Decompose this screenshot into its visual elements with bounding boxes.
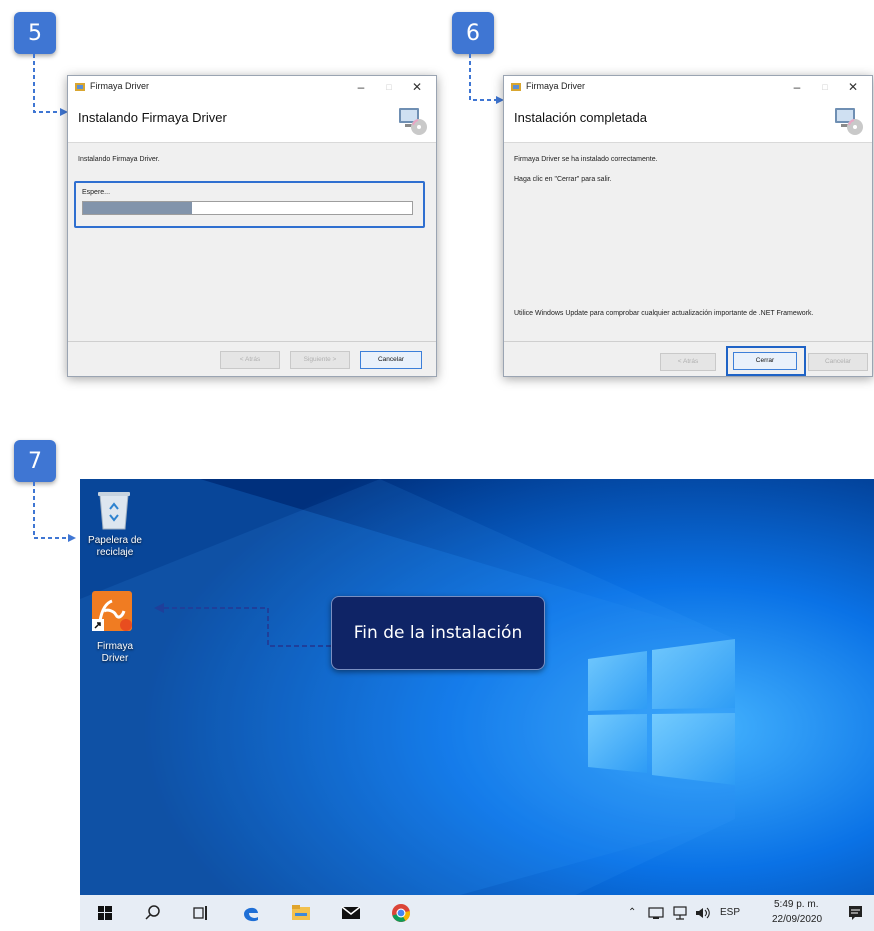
installer-header: Instalando Firmaya Driver bbox=[68, 98, 436, 143]
volume-icon[interactable] bbox=[694, 906, 712, 920]
taskbar: ⌃ ESP 5:49 p. m. 22/09/2020 bbox=[80, 895, 874, 931]
step-badge-5: 5 bbox=[14, 12, 56, 54]
clock-date[interactable]: 22/09/2020 bbox=[772, 914, 822, 925]
task-view-button[interactable] bbox=[186, 895, 216, 931]
back-button[interactable]: < Atrás bbox=[220, 351, 280, 369]
step-badge-7: 7 bbox=[14, 440, 56, 482]
firmaya-driver-label-line1: Firmaya bbox=[96, 641, 134, 652]
close-icon[interactable]: ✕ bbox=[838, 77, 868, 97]
callout-end-of-installation: Fin de la instalación bbox=[331, 596, 545, 670]
cancel-button[interactable]: Cancelar bbox=[360, 351, 422, 369]
recycle-bin-label[interactable]: Papelera de reciclaje bbox=[80, 535, 150, 559]
recycle-bin-label-line2: reciclaje bbox=[96, 547, 134, 558]
progress-highlight: Espere... bbox=[74, 181, 425, 228]
display-icon[interactable] bbox=[672, 906, 688, 920]
success-text: Firmaya Driver se ha instalado correctam… bbox=[514, 156, 658, 163]
connector-arrow-5 bbox=[33, 54, 68, 116]
footer-divider bbox=[504, 341, 872, 342]
connector-arrow-6 bbox=[469, 54, 504, 104]
connector-arrow-7 bbox=[33, 482, 76, 542]
minimize-icon[interactable]: – bbox=[346, 77, 376, 97]
close-button[interactable]: Cerrar bbox=[733, 352, 797, 370]
firmaya-driver-label[interactable]: Firmaya Driver bbox=[80, 641, 150, 665]
tray-overflow-icon[interactable]: ⌃ bbox=[628, 907, 636, 918]
callout-connector-arrow bbox=[154, 603, 331, 647]
window-title: Firmaya Driver bbox=[90, 81, 150, 91]
task-view-icon bbox=[193, 906, 207, 920]
progress-fill bbox=[83, 202, 192, 214]
network-icon[interactable] bbox=[648, 906, 664, 920]
next-button[interactable]: Siguiente > bbox=[290, 351, 350, 369]
chrome-icon bbox=[392, 904, 411, 922]
header-title: Instalando Firmaya Driver bbox=[78, 110, 227, 125]
window-titlebar[interactable]: Firmaya Driver – □ ✕ bbox=[504, 76, 872, 98]
edge-browser-icon bbox=[244, 907, 258, 922]
status-text: Instalando Firmaya Driver. bbox=[78, 156, 160, 163]
back-button[interactable]: < Atrás bbox=[660, 353, 716, 371]
search-icon bbox=[145, 905, 160, 920]
file-explorer-button[interactable] bbox=[286, 895, 316, 931]
close-instruction-text: Haga clic en "Cerrar" para salir. bbox=[514, 176, 612, 183]
installer-window-complete: Firmaya Driver – □ ✕ Instalación complet… bbox=[503, 75, 873, 377]
progress-bar bbox=[82, 201, 413, 215]
chrome-button[interactable] bbox=[386, 895, 416, 931]
step-badge-6: 6 bbox=[452, 12, 494, 54]
computer-cd-icon bbox=[835, 108, 863, 135]
start-button[interactable] bbox=[90, 895, 120, 931]
mail-button[interactable] bbox=[336, 895, 366, 931]
installer-window-progress: Firmaya Driver – □ ✕ Instalando Firmaya … bbox=[67, 75, 437, 377]
folder-icon bbox=[292, 905, 310, 920]
mail-icon bbox=[341, 906, 361, 919]
search-button[interactable] bbox=[138, 895, 168, 931]
installer-header: Instalación completada bbox=[504, 98, 872, 143]
wait-label: Espere... bbox=[82, 189, 111, 196]
recycle-bin-label-line1: Papelera de bbox=[88, 535, 142, 546]
recycle-bin-icon[interactable] bbox=[94, 487, 134, 531]
edge-button[interactable] bbox=[236, 895, 266, 931]
header-title: Instalación completada bbox=[514, 110, 647, 125]
setup-icon bbox=[511, 83, 521, 91]
cancel-button[interactable]: Cancelar bbox=[808, 353, 868, 371]
windows-desktop: Papelera de reciclaje Firmaya Driver ⌃ E… bbox=[80, 479, 874, 931]
setup-icon bbox=[75, 83, 85, 91]
minimize-icon[interactable]: – bbox=[782, 77, 812, 97]
maximize-icon[interactable]: □ bbox=[810, 77, 840, 97]
language-indicator[interactable]: ESP bbox=[720, 907, 740, 918]
maximize-icon[interactable]: □ bbox=[374, 77, 404, 97]
notifications-icon[interactable] bbox=[848, 905, 864, 921]
computer-cd-icon bbox=[399, 108, 427, 135]
clock-time[interactable]: 5:49 p. m. bbox=[774, 899, 818, 910]
firmaya-driver-label-line2: Driver bbox=[101, 653, 129, 664]
window-title: Firmaya Driver bbox=[526, 81, 586, 91]
windows-logo-icon bbox=[98, 906, 112, 920]
footer-divider bbox=[68, 341, 436, 342]
close-icon[interactable]: ✕ bbox=[402, 77, 432, 97]
desktop-wallpaper bbox=[80, 479, 874, 931]
firmaya-driver-icon[interactable] bbox=[92, 591, 136, 635]
windows-update-note: Utilice Windows Update para comprobar cu… bbox=[514, 310, 814, 317]
window-titlebar[interactable]: Firmaya Driver – □ ✕ bbox=[68, 76, 436, 98]
